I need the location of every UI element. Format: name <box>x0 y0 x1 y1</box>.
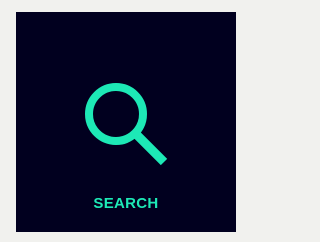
search-icon <box>80 78 172 170</box>
search-tile[interactable]: SEARCH <box>16 12 236 232</box>
search-label: SEARCH <box>93 195 159 212</box>
